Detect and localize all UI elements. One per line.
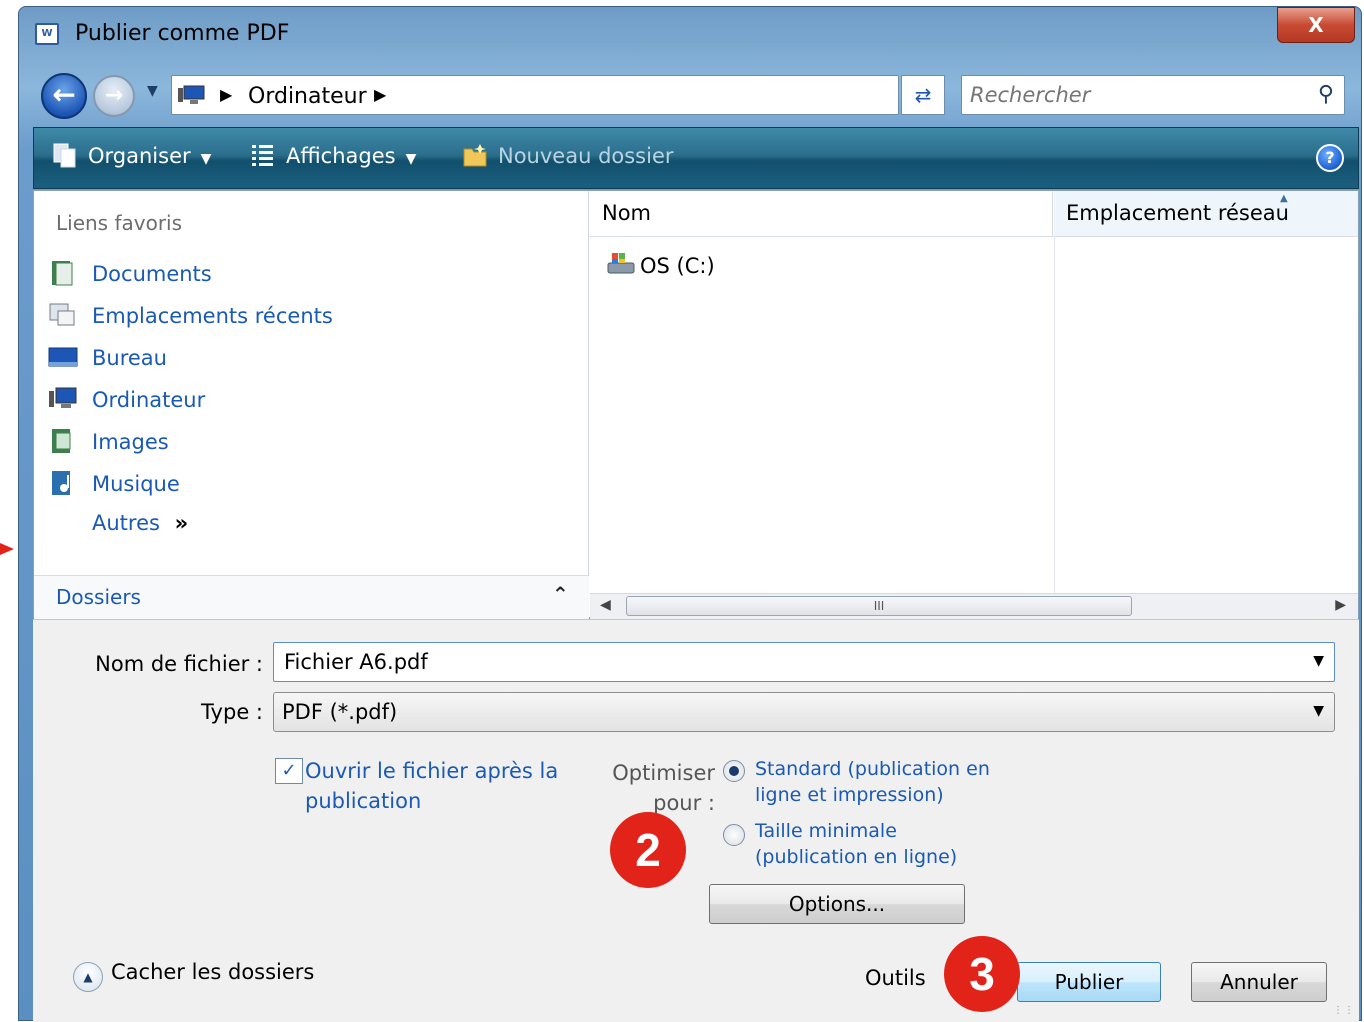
back-button[interactable]: ← — [41, 73, 87, 119]
column-header-name[interactable]: Nom — [590, 191, 1053, 237]
sidebar-item-more[interactable]: Autres » — [92, 511, 188, 545]
pictures-icon — [52, 429, 71, 453]
organize-icon — [53, 143, 76, 168]
search-icon[interactable]: ⚲ — [1318, 82, 1334, 107]
optimize-standard-radio[interactable] — [723, 760, 745, 782]
documents-icon — [52, 261, 73, 286]
organize-menu[interactable]: Organiser ▼ — [52, 142, 211, 168]
breadcrumb-ordinateur[interactable]: Ordinateur — [248, 84, 367, 109]
breadcrumb-separator-icon[interactable]: ▶ — [374, 85, 386, 104]
optimize-label: Optimiser pour : — [612, 761, 715, 815]
annotation-arrow-tip — [0, 543, 14, 555]
filename-field[interactable]: ▼ — [273, 642, 1335, 682]
sidebar-item-label: Documents — [92, 262, 212, 286]
computer-icon — [178, 85, 205, 104]
help-icon[interactable]: ? — [1316, 144, 1344, 172]
history-dropdown-icon[interactable]: ▼ — [147, 83, 161, 103]
hide-folders-button[interactable]: ▲ Cacher les dossiers — [73, 960, 314, 992]
file-name: OS (C:) — [640, 254, 715, 278]
scrollbar-thumb[interactable]: III — [626, 596, 1132, 616]
new-folder-button[interactable]: Nouveau dossier — [462, 142, 674, 168]
chevron-down-icon[interactable]: ▼ — [1313, 703, 1324, 719]
column-header-network-location[interactable]: Emplacement réseau — [1054, 191, 1358, 237]
sidebar-item-label: Musique — [92, 472, 180, 496]
file-type-select[interactable]: PDF (*.pdf) ▼ — [273, 692, 1335, 732]
save-dialog-window: W Publier comme PDF X ← → ▼ ▶ Ordinateur… — [18, 6, 1362, 1022]
computer-icon — [49, 387, 77, 408]
open-after-publish-label[interactable]: Ouvrir le fichier après la publication — [305, 756, 595, 816]
chevron-up-icon[interactable]: ⌃ — [552, 582, 569, 606]
favorites-header: Liens favoris — [56, 211, 183, 235]
command-toolbar: Organiser ▼ Affichages ▼ Nouveau dossier ? — [33, 127, 1359, 189]
scroll-right-icon[interactable]: ▶ — [1335, 597, 1346, 613]
navigation-bar: ← → ▼ ▶ Ordinateur ▶ ▼ ⇄ ⚲ — [19, 65, 1361, 123]
optimize-minimal-label[interactable]: Taille minimale (publication en ligne) — [755, 818, 1015, 870]
title-bar: W Publier comme PDF X — [19, 7, 1361, 63]
optimize-minimal-radio[interactable] — [723, 824, 745, 846]
options-button[interactable]: Options... — [709, 884, 965, 924]
dialog-footer: Nom de fichier : ▼ Type : PDF (*.pdf) ▼ … — [33, 619, 1359, 1022]
navigation-pane: Liens favoris Documents Emplacements réc… — [34, 191, 589, 575]
cancel-button[interactable]: Annuler — [1191, 962, 1327, 1002]
filename-label: Nom de fichier : — [95, 652, 263, 676]
close-button[interactable]: X — [1277, 7, 1355, 43]
sidebar-item-desktop[interactable]: Bureau — [48, 343, 167, 377]
organize-label: Organiser — [88, 144, 191, 168]
step-badge-3: 3 — [944, 936, 1020, 1012]
refresh-icon[interactable]: ⇄ — [901, 75, 945, 115]
chevron-down-icon: ▼ — [200, 151, 212, 167]
sidebar-item-label: Emplacements récents — [92, 304, 333, 328]
new-folder-label: Nouveau dossier — [498, 144, 674, 168]
sidebar-item-label: Ordinateur — [92, 388, 206, 412]
views-label: Affichages — [286, 144, 396, 168]
resize-grip-icon[interactable]: ⋮⋮ — [1333, 1005, 1355, 1016]
file-type-value: PDF (*.pdf) — [282, 700, 398, 724]
sidebar-item-label: Autres — [92, 511, 160, 535]
sort-ascending-icon: ▲ — [1280, 193, 1288, 204]
address-bar[interactable]: ▶ Ordinateur ▶ ▼ — [171, 75, 1040, 115]
sidebar-item-label: Bureau — [92, 346, 167, 370]
double-chevron-right-icon: » — [174, 511, 189, 535]
chevron-up-icon: ▲ — [73, 962, 103, 992]
sidebar-item-computer[interactable]: Ordinateur — [48, 385, 205, 419]
search-input[interactable] — [970, 82, 1290, 108]
views-menu[interactable]: Affichages ▼ — [250, 142, 416, 168]
desktop-icon — [48, 347, 78, 367]
folders-toggle-bar[interactable]: Dossiers ⌃ — [34, 575, 589, 619]
word-document-icon: W — [35, 23, 59, 45]
window-title: Publier comme PDF — [75, 21, 290, 46]
folders-label: Dossiers — [56, 585, 141, 609]
column-divider — [1054, 237, 1358, 593]
publish-button[interactable]: Publier — [1017, 962, 1161, 1002]
hide-folders-label: Cacher les dossiers — [111, 960, 315, 984]
tools-menu[interactable]: Outils — [865, 966, 926, 990]
music-icon — [52, 471, 70, 495]
recent-places-icon — [49, 303, 75, 326]
list-item[interactable]: OS (C:) — [606, 251, 715, 278]
new-folder-icon — [463, 144, 487, 167]
sidebar-item-recent-places[interactable]: Emplacements récents — [48, 301, 333, 335]
step-badge-2: 2 — [610, 812, 686, 888]
horizontal-scrollbar[interactable]: ◀ III ▶ — [590, 593, 1358, 619]
scroll-left-icon[interactable]: ◀ — [600, 597, 611, 613]
search-box[interactable]: ⚲ — [961, 75, 1345, 115]
open-after-publish-checkbox[interactable]: ✓ — [275, 758, 303, 784]
filename-input[interactable] — [284, 649, 1264, 675]
drive-icon — [607, 253, 635, 274]
chevron-down-icon: ▼ — [405, 151, 417, 167]
browser-panel: Liens favoris Documents Emplacements réc… — [33, 190, 1359, 619]
forward-button[interactable]: → — [93, 75, 135, 117]
chevron-down-icon[interactable]: ▼ — [1313, 653, 1324, 669]
sidebar-item-documents[interactable]: Documents — [48, 259, 212, 293]
type-label: Type : — [201, 700, 263, 724]
sidebar-item-label: Images — [92, 430, 169, 454]
file-list: Nom Emplacement réseau ▲ OS (C:) ◀ III ▶ — [590, 191, 1358, 619]
breadcrumb-separator-icon[interactable]: ▶ — [220, 85, 232, 104]
views-icon — [252, 145, 273, 166]
sidebar-item-music[interactable]: Musique — [48, 469, 180, 503]
sidebar-item-pictures[interactable]: Images — [48, 427, 169, 461]
optimize-standard-label[interactable]: Standard (publication en ligne et impres… — [755, 756, 1015, 808]
